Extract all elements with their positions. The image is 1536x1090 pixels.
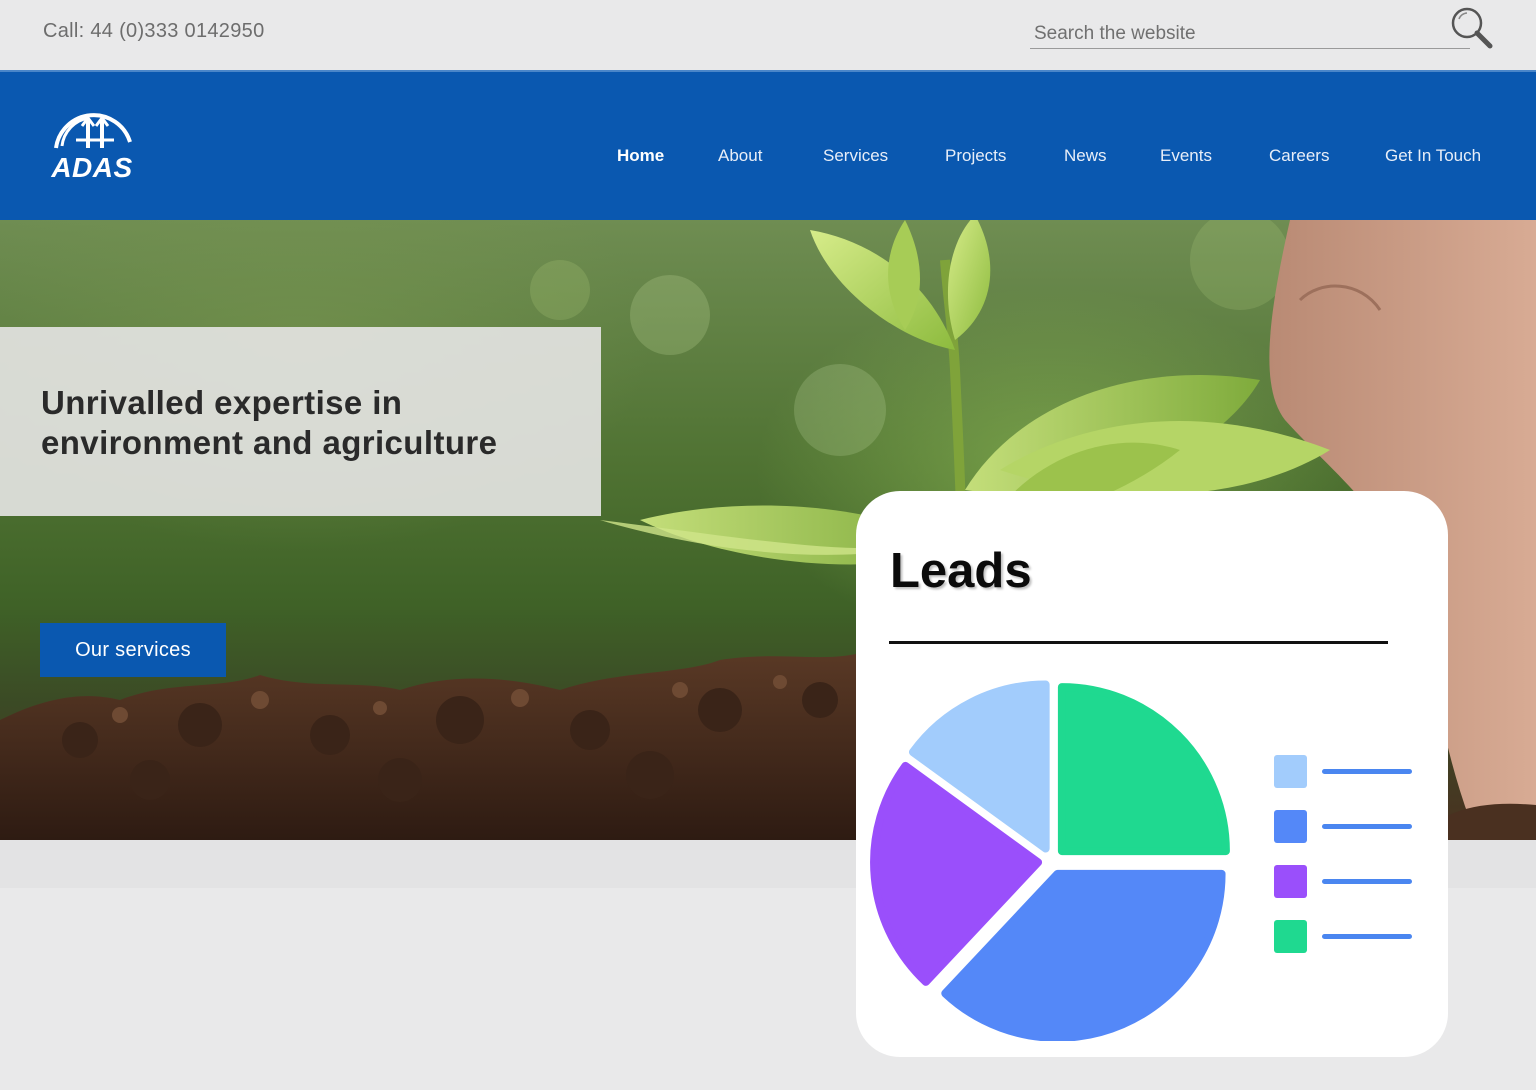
card-title: Leads (890, 544, 1032, 598)
search-box[interactable] (1030, 14, 1470, 49)
our-services-button[interactable]: Our services (40, 623, 226, 677)
legend-label-placeholder-line (1322, 879, 1412, 884)
nav-item-services[interactable]: Services (823, 146, 888, 166)
hero-title: Unrivalled expertise in environment and … (41, 383, 581, 463)
nav-item-about[interactable]: About (718, 146, 762, 166)
top-utility-bar: Call: 44 (0)333 0142950 (0, 0, 1536, 70)
legend-swatch (1274, 755, 1307, 788)
legend-item-2 (1274, 810, 1414, 844)
legend-swatch (1274, 865, 1307, 898)
phone-number[interactable]: Call: 44 (0)333 0142950 (43, 20, 265, 43)
search-input[interactable] (1032, 20, 1436, 48)
site-header: ADAS Home About Services Projects News E… (0, 70, 1536, 222)
legend-item-3 (1274, 865, 1414, 899)
legend-swatch (1274, 920, 1307, 953)
legend-label-placeholder-line (1322, 769, 1412, 774)
legend-item-1 (1274, 755, 1414, 789)
nav-item-careers[interactable]: Careers (1269, 146, 1329, 166)
hero-title-line-2: environment and agriculture (41, 424, 498, 461)
nav-item-events[interactable]: Events (1160, 146, 1212, 166)
nav-item-projects[interactable]: Projects (945, 146, 1006, 166)
legend-label-placeholder-line (1322, 824, 1412, 829)
leads-card: Leads (856, 491, 1448, 1057)
legend-item-4 (1274, 920, 1414, 954)
nav-item-get-in-touch[interactable]: Get In Touch (1385, 146, 1481, 166)
search-icon[interactable] (1448, 4, 1494, 50)
hero-title-line-1: Unrivalled expertise in (41, 384, 403, 421)
adas-logo[interactable]: ADAS (44, 102, 140, 188)
legend-swatch (1274, 810, 1307, 843)
leads-pie-chart (870, 680, 1230, 1041)
nav-item-news[interactable]: News (1064, 146, 1107, 166)
main-nav: Home About Services Projects News Events… (0, 146, 1536, 170)
card-divider (889, 641, 1388, 644)
legend-label-placeholder-line (1322, 934, 1412, 939)
hero-headline-box: Unrivalled expertise in environment and … (0, 327, 601, 516)
nav-item-home[interactable]: Home (617, 146, 664, 166)
pie-slice-1 (1057, 683, 1230, 856)
